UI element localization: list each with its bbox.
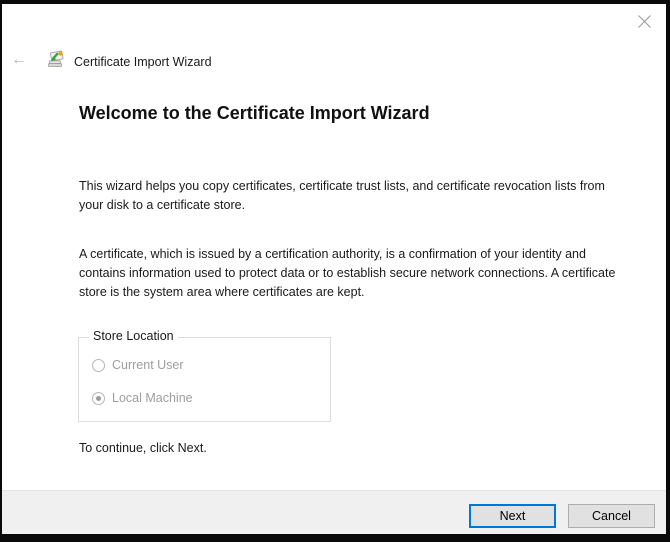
- intro-paragraph: This wizard helps you copy certificates,…: [79, 177, 627, 215]
- store-location-label: Store Location: [89, 329, 178, 343]
- page-heading: Welcome to the Certificate Import Wizard: [79, 103, 639, 124]
- store-location-groupbox: Store Location Current User Local Machin…: [78, 337, 331, 422]
- certificate-import-wizard-dialog: ← Certificate Import Wizard Welcome to t…: [2, 4, 666, 534]
- radio-current-user: Current User: [92, 358, 184, 372]
- certificate-import-icon: [47, 50, 65, 68]
- close-icon: [637, 14, 652, 29]
- radio-current-user-label: Current User: [112, 358, 184, 372]
- radio-button-icon: [92, 359, 105, 372]
- desktop-background: ← Certificate Import Wizard Welcome to t…: [0, 0, 670, 542]
- description-paragraph: A certificate, which is issued by a cert…: [79, 245, 627, 302]
- next-button[interactable]: Next: [469, 504, 556, 528]
- radio-button-icon: [92, 392, 105, 405]
- radio-local-machine: Local Machine: [92, 391, 193, 405]
- back-button: ←: [8, 49, 30, 71]
- continue-hint: To continue, click Next.: [79, 441, 207, 455]
- back-arrow-icon: ←: [11, 52, 27, 68]
- radio-local-machine-label: Local Machine: [112, 391, 193, 405]
- cancel-button[interactable]: Cancel: [568, 504, 655, 528]
- close-button[interactable]: [632, 9, 656, 33]
- button-bar: Next Cancel: [2, 490, 666, 534]
- wizard-title: Certificate Import Wizard: [74, 55, 212, 69]
